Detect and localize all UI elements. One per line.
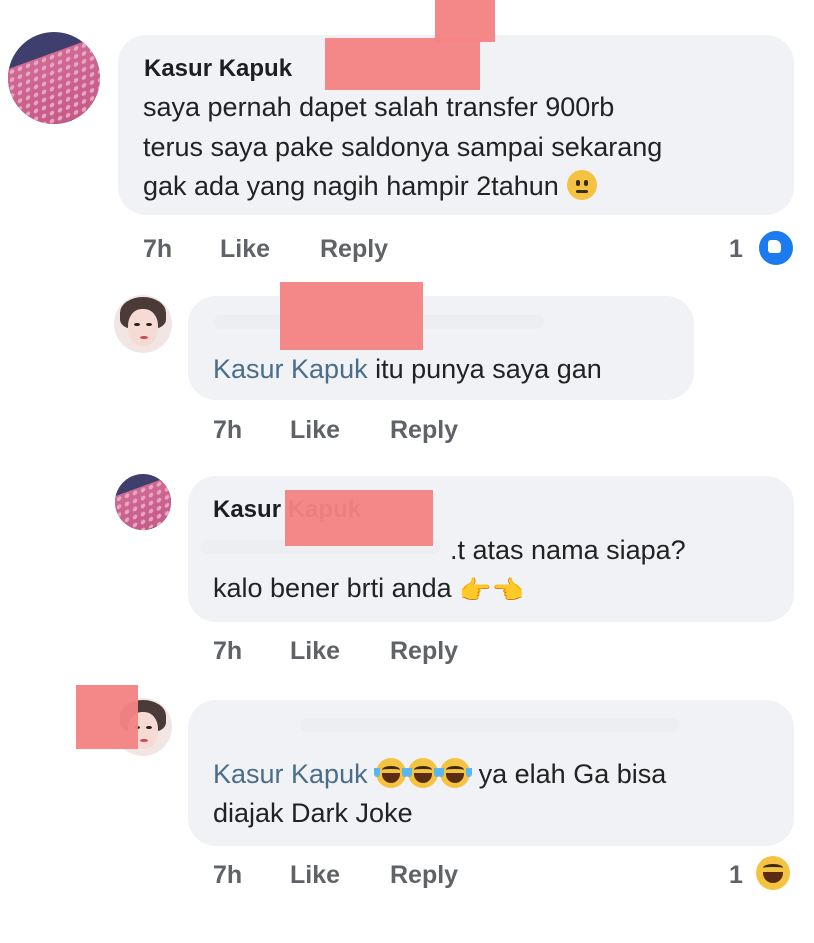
like-button[interactable]: Like	[290, 861, 340, 890]
comment-text-line: diajak Dark Joke	[213, 798, 413, 828]
haha-reaction-icon[interactable]	[756, 856, 790, 890]
pointing-hands-icon: 👉👈	[459, 575, 524, 605]
comment-text: ya elah Ga bisa	[478, 759, 667, 789]
avatar[interactable]	[115, 474, 171, 530]
comment-author[interactable]: Kasur Kapuk	[144, 55, 292, 83]
comment-text-line: Kasur Kapuk ya elah Ga bisa	[213, 755, 666, 793]
timestamp: 7h	[143, 235, 173, 263]
comment-meta: 7h Like Reply	[213, 416, 533, 446]
redaction-box	[280, 282, 423, 350]
redaction-box	[76, 685, 138, 749]
reaction-count[interactable]: 1	[729, 235, 743, 264]
comment-text-line: kalo bener brti anda 👉👈	[213, 569, 524, 609]
redacted-author	[300, 718, 680, 732]
timestamp: 7h	[213, 637, 243, 665]
comment-text-line: terus saya pake saldonya sampai sekarang	[143, 132, 663, 162]
reply-button[interactable]: Reply	[390, 861, 458, 890]
comment-text-line: saya pernah dapet salah transfer 900rb	[143, 92, 615, 122]
timestamp: 7h	[213, 861, 243, 889]
like-button[interactable]: Like	[290, 416, 340, 445]
neutral-face-icon	[567, 170, 598, 200]
comment-meta: 7h Like Reply	[213, 861, 533, 891]
reply-button[interactable]: Reply	[320, 235, 388, 264]
like-button[interactable]: Like	[220, 235, 270, 264]
comment-text-line: gak ada yang nagih hampir 2tahun	[143, 167, 598, 205]
mention-link[interactable]: Kasur Kapuk	[213, 759, 368, 789]
redaction-box	[285, 490, 433, 546]
like-button[interactable]: Like	[290, 637, 340, 666]
laughing-tears-icon	[438, 758, 473, 788]
comment-meta: 7h Like Reply	[213, 637, 533, 667]
redaction-box	[325, 38, 480, 90]
comment-text-line: Kasur Kapuk itu punya saya gan	[213, 350, 602, 388]
comment-text: gak ada yang nagih hampir 2tahun	[143, 171, 559, 201]
comment-text: itu punya saya gan	[375, 354, 602, 384]
mention-link[interactable]: Kasur Kapuk	[213, 354, 368, 384]
comment-text-line: .t atas nama siapa?	[450, 535, 686, 565]
laughing-tears-icon	[374, 758, 409, 788]
redaction-box	[435, 0, 495, 42]
reply-button[interactable]: Reply	[390, 416, 458, 445]
timestamp: 7h	[213, 416, 243, 444]
reaction-count[interactable]: 1	[729, 861, 743, 890]
laughing-tears-icon	[406, 758, 441, 788]
comment-meta: 7h Like Reply	[143, 235, 463, 265]
reply-button[interactable]: Reply	[390, 637, 458, 666]
like-reaction-icon[interactable]	[756, 228, 796, 268]
comment-text: kalo bener brti anda	[213, 573, 452, 603]
avatar[interactable]	[114, 295, 172, 353]
avatar[interactable]	[8, 32, 100, 124]
